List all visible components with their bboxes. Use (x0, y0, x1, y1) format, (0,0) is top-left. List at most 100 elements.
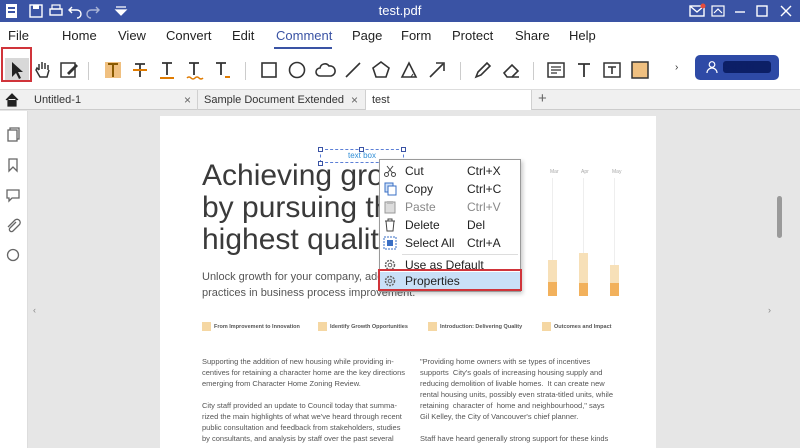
document-tab-bar: Untitled-1 × Sample Document Extended × … (0, 90, 800, 110)
resize-handle[interactable] (401, 147, 406, 152)
menu-help[interactable]: Help (569, 28, 596, 43)
highlight-icon (105, 62, 121, 78)
left-panel-collapse-icon[interactable]: ‹ (33, 305, 36, 315)
resize-handle[interactable] (318, 161, 323, 166)
context-menu-cut[interactable]: Cut Ctrl+X (380, 162, 520, 180)
text-box-tool[interactable] (600, 58, 624, 82)
chart-month-label: Mar (550, 169, 559, 175)
right-panel-collapse-icon[interactable]: › (768, 305, 771, 315)
menu-edit[interactable]: Edit (232, 28, 254, 43)
line-tool[interactable] (341, 58, 365, 82)
chart-month-label: Apr (581, 169, 589, 175)
active-menu-indicator (274, 47, 332, 49)
eraser-icon (502, 63, 520, 78)
close-icon[interactable] (776, 2, 796, 20)
pentagon-icon (372, 61, 390, 78)
context-menu-copy[interactable]: Copy Ctrl+C (380, 180, 520, 198)
window-title: test.pdf (378, 3, 422, 18)
user-icon (706, 61, 718, 74)
replace-text-tool[interactable] (209, 58, 233, 82)
tab-close-icon[interactable]: × (184, 90, 191, 110)
comments-icon[interactable] (5, 187, 21, 203)
eraser-tool[interactable] (499, 58, 523, 82)
hand-tool[interactable] (31, 58, 55, 82)
squiggly-underline-tool[interactable] (182, 58, 206, 82)
paste-icon (384, 201, 396, 214)
rectangle-tool[interactable] (257, 58, 281, 82)
feature-item: Identify Growth Opportunities (318, 322, 408, 331)
pencil-tool[interactable] (471, 58, 495, 82)
search-icon[interactable] (5, 247, 21, 263)
edit-annotation-tool[interactable] (57, 58, 81, 82)
menu-share[interactable]: Share (515, 28, 550, 43)
underline-icon (160, 62, 174, 79)
circle-icon (288, 61, 306, 79)
context-menu-delete[interactable]: Delete Del (380, 216, 520, 234)
account-button[interactable]: Sign In (695, 55, 779, 80)
tab-test[interactable]: test (366, 90, 532, 110)
vertical-scrollbar-thumb[interactable] (777, 196, 782, 238)
context-menu-select-all[interactable]: Select All Ctrl+A (380, 234, 520, 252)
menu-item-shortcut: Ctrl+C (467, 182, 502, 196)
left-sidebar (0, 111, 28, 448)
menu-file[interactable]: File (8, 28, 29, 43)
menu-home[interactable]: Home (62, 28, 97, 43)
home-icon[interactable] (4, 92, 20, 108)
bar (610, 283, 619, 296)
text-box-icon (603, 62, 621, 78)
comment-toolbar (0, 50, 800, 90)
oval-tool[interactable] (285, 58, 309, 82)
menu-item-label: Delete (405, 218, 440, 232)
strikethrough-tool[interactable] (128, 58, 152, 82)
minimize-ribbon-icon[interactable] (708, 2, 728, 20)
typewriter-tool[interactable] (572, 58, 596, 82)
menu-item-shortcut: Ctrl+A (467, 236, 501, 250)
cloud-icon (315, 63, 336, 77)
menu-protect[interactable]: Protect (452, 28, 493, 43)
scissors-icon (384, 165, 396, 177)
resize-handle[interactable] (318, 147, 323, 152)
stamp-tool[interactable] (628, 58, 652, 82)
menu-comment[interactable]: Comment (276, 28, 332, 43)
menu-view[interactable]: View (118, 28, 146, 43)
feature-label: Outcomes and Impact (554, 323, 612, 330)
cloud-tool[interactable] (313, 58, 337, 82)
feature-icon (542, 322, 551, 331)
document-heading: Achieving gro by pursuing th highest qua… (202, 159, 394, 256)
pages-icon[interactable] (5, 127, 21, 143)
sticky-note-tool[interactable] (544, 58, 568, 82)
mail-icon[interactable] (687, 2, 707, 20)
arrow-tool[interactable] (425, 58, 449, 82)
tab-sample-document-extended[interactable]: Sample Document Extended × (198, 90, 366, 110)
minimize-icon[interactable] (730, 2, 750, 20)
body-column-right: "Providing home owners with se types of … (420, 357, 614, 443)
add-tab-icon[interactable]: + (538, 90, 547, 108)
bar (548, 260, 557, 282)
menu-page[interactable]: Page (352, 28, 382, 43)
polygon-tool[interactable] (369, 58, 393, 82)
bookmark-icon[interactable] (5, 157, 21, 173)
toolbar-more-chevron-icon[interactable]: › (675, 62, 678, 73)
copy-icon (384, 182, 397, 196)
highlight-tool[interactable] (101, 58, 125, 82)
properties-highlight-box (378, 269, 522, 291)
resize-handle[interactable] (359, 147, 364, 152)
triangle-ruler-icon (400, 61, 418, 78)
underline-tool[interactable] (155, 58, 179, 82)
menu-bar: File Home View Convert Edit Comment Page… (0, 22, 800, 50)
menu-form[interactable]: Form (401, 28, 431, 43)
note-list-icon (547, 62, 565, 78)
feature-item: Introduction: Delivering Quality (428, 322, 522, 331)
rectangle-icon (261, 62, 277, 78)
replace-text-icon (216, 62, 230, 78)
feature-item: From Improvement to Innovation (202, 322, 300, 331)
maximize-icon[interactable] (752, 2, 772, 20)
attachment-icon[interactable] (5, 217, 21, 233)
area-tool[interactable] (397, 58, 421, 82)
tab-untitled-1[interactable]: Untitled-1 × (28, 90, 198, 110)
chart-month-label: May (612, 169, 622, 175)
tab-close-icon[interactable]: × (351, 90, 358, 110)
background-bar-chart: Mar Apr May (548, 169, 622, 296)
context-menu-paste[interactable]: Paste Ctrl+V (380, 198, 520, 216)
menu-convert[interactable]: Convert (166, 28, 212, 43)
